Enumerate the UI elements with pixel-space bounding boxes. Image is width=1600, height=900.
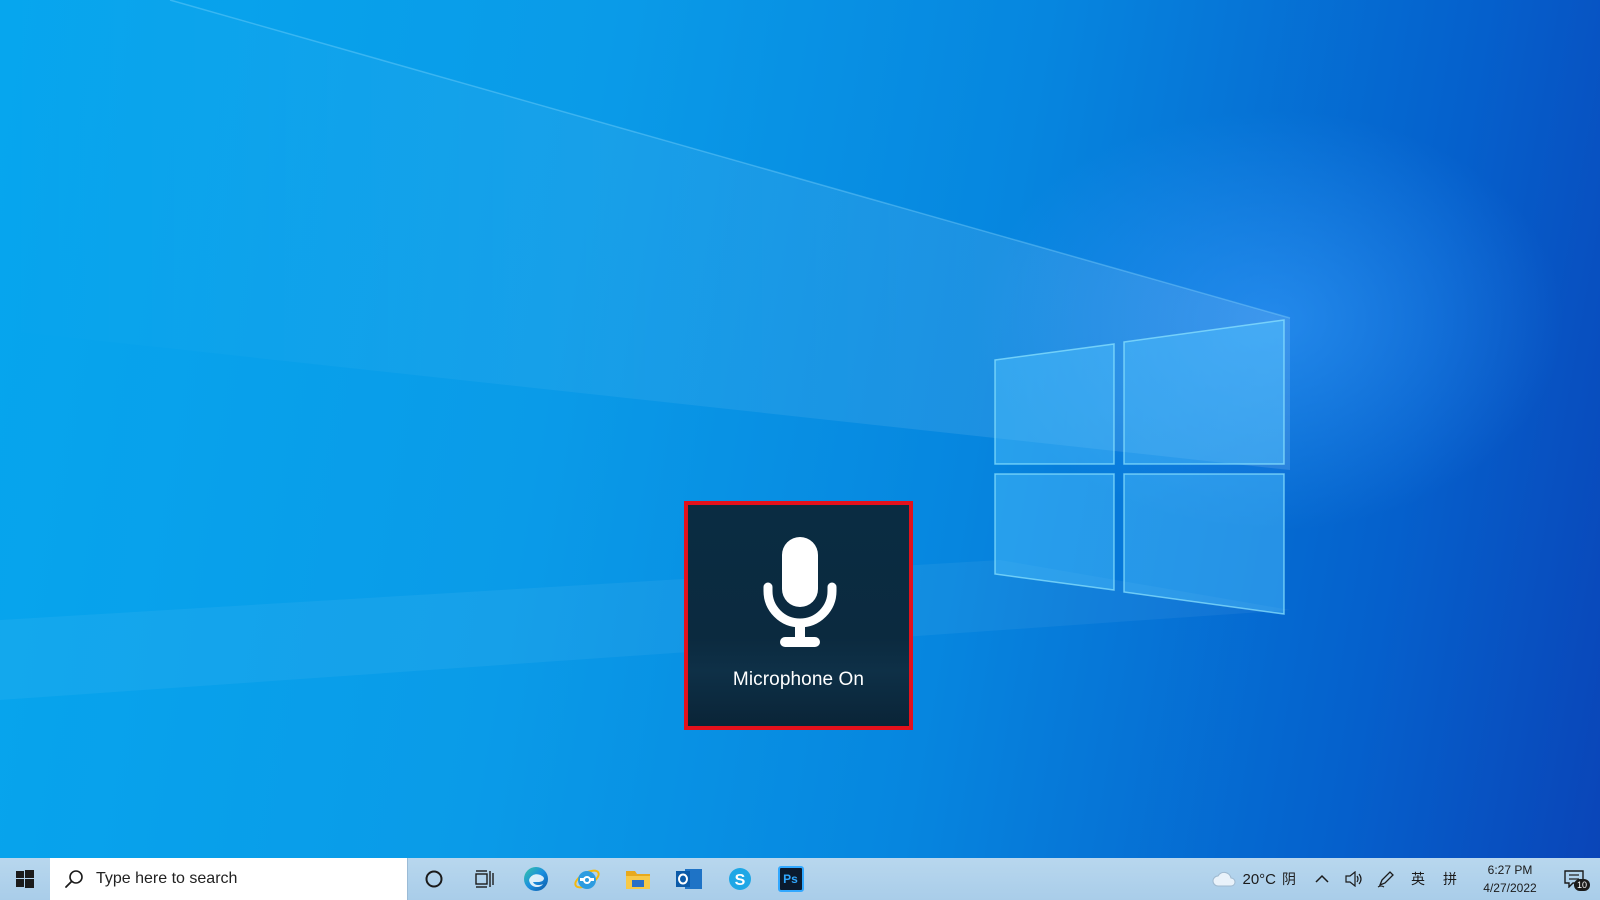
show-hidden-icons-button[interactable] bbox=[1306, 858, 1338, 900]
volume-button[interactable] bbox=[1338, 858, 1370, 900]
outlook-button[interactable] bbox=[663, 858, 714, 900]
pen-icon bbox=[1377, 871, 1394, 888]
clock[interactable]: 6:27 PM 4/27/2022 bbox=[1470, 861, 1550, 897]
weather-widget[interactable]: 20°C 阴 bbox=[1212, 869, 1296, 889]
microphone-osd: Microphone On bbox=[684, 501, 913, 730]
internet-explorer-button[interactable] bbox=[561, 858, 612, 900]
skype-button[interactable]: S bbox=[714, 858, 765, 900]
photoshop-icon: Ps bbox=[777, 866, 804, 892]
outlook-icon bbox=[675, 869, 702, 889]
photoshop-label: Ps bbox=[783, 872, 798, 886]
search-box[interactable]: Type here to search bbox=[50, 858, 408, 900]
search-placeholder: Type here to search bbox=[96, 870, 238, 887]
cloud-icon bbox=[1213, 871, 1236, 887]
cortana-button[interactable] bbox=[408, 858, 459, 900]
notification-center-button[interactable]: 10 bbox=[1554, 858, 1594, 900]
cortana-icon bbox=[425, 870, 442, 888]
folder-icon bbox=[625, 871, 650, 889]
pen-workspace-button[interactable] bbox=[1370, 858, 1402, 900]
weather-temperature: 20°C bbox=[1242, 870, 1276, 888]
osd-label: Microphone On bbox=[732, 669, 865, 690]
start-button[interactable] bbox=[0, 858, 50, 900]
skype-icon: S bbox=[728, 868, 751, 890]
file-explorer-button[interactable] bbox=[612, 858, 663, 900]
edge-icon bbox=[523, 867, 548, 891]
ime-language-button[interactable]: 英 bbox=[1402, 858, 1434, 900]
task-view-button[interactable] bbox=[459, 858, 510, 900]
notification-count-badge: 10 bbox=[1574, 879, 1591, 891]
taskbar: Type here to search S Ps 20°C 阴 英 拼 6:27… bbox=[0, 858, 1600, 900]
edge-button[interactable] bbox=[510, 858, 561, 900]
svg-text:S: S bbox=[734, 872, 745, 889]
photoshop-button[interactable]: Ps bbox=[765, 858, 816, 900]
task-view-icon bbox=[474, 870, 494, 888]
ime-mode-button[interactable]: 拼 bbox=[1434, 858, 1466, 900]
clock-date: 4/27/2022 bbox=[1483, 881, 1537, 895]
microphone-icon bbox=[763, 537, 837, 647]
windows-start-icon bbox=[16, 870, 34, 888]
system-tray: 20°C 阴 英 拼 6:27 PM 4/27/2022 10 bbox=[1212, 858, 1600, 900]
chevron-up-icon bbox=[1315, 874, 1329, 883]
search-icon bbox=[65, 870, 83, 888]
clock-time: 6:27 PM bbox=[1487, 863, 1533, 877]
internet-explorer-icon bbox=[573, 869, 600, 889]
speaker-icon bbox=[1345, 871, 1362, 887]
weather-condition: 阴 bbox=[1282, 871, 1296, 887]
windows-logo-wallpaper bbox=[994, 319, 1285, 615]
